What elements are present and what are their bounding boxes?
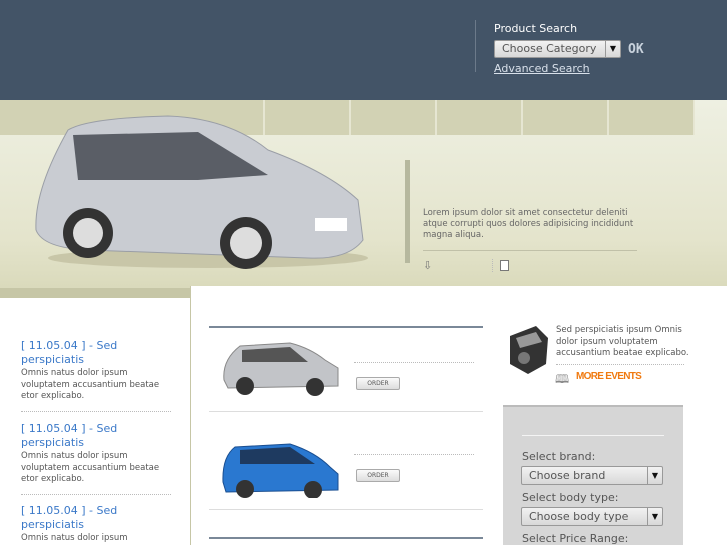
engine-image: [510, 326, 548, 374]
products-bottom-rule: [209, 537, 483, 539]
nav-tab-6[interactable]: [609, 100, 695, 135]
news-text: Omnis natus dolor ipsum voluptatem accus…: [21, 451, 160, 484]
filter-rule: [522, 435, 664, 436]
news-title-link[interactable]: [ 11.05.04 ] - Sed perspiciatis: [21, 422, 171, 450]
divider: [354, 362, 474, 363]
events-text: Sed perspiciatis ipsum Omnis dolor ipsum…: [556, 325, 689, 358]
price-range-label: Select Price Range:: [522, 532, 629, 545]
nav-tab-5[interactable]: [523, 100, 609, 135]
hero-rule: [423, 250, 637, 251]
category-select-value: Choose Category: [502, 42, 597, 55]
more-events-link[interactable]: MORE EVENTS: [576, 371, 642, 382]
news-title-link[interactable]: [ 11.05.04 ] - Sed perspiciatis: [21, 504, 171, 532]
document-icon[interactable]: [500, 260, 509, 271]
category-select[interactable]: Choose Category ▼: [494, 40, 621, 58]
chevron-down-icon: ▼: [647, 508, 662, 525]
news-title-link[interactable]: [ 11.05.04 ] - Sed perspiciatis: [21, 339, 171, 367]
news-text: Omnis natus dolor ipsum: [21, 533, 128, 543]
divider: [209, 509, 483, 510]
brand-select[interactable]: Choose brand ▼: [521, 466, 663, 485]
news-item: [ 11.05.04 ] - Sed perspiciatis Omnis na…: [21, 339, 171, 403]
products-top-rule: [209, 326, 483, 328]
icon-separator: [492, 259, 493, 272]
nav-tab-4[interactable]: [437, 100, 523, 135]
ok-button[interactable]: OK: [628, 42, 644, 57]
product-car-image[interactable]: [220, 432, 342, 498]
order-button[interactable]: ORDER: [356, 469, 400, 482]
brand-label: Select brand:: [522, 450, 596, 463]
order-button[interactable]: ORDER: [356, 377, 400, 390]
book-icon: 🕮: [555, 372, 570, 386]
header-divider: [475, 20, 476, 72]
chevron-down-icon: ▼: [605, 41, 620, 57]
hero-divider: [405, 160, 410, 263]
product-search-label: Product Search: [494, 22, 578, 35]
hero-car-image: [35, 115, 368, 269]
divider: [354, 454, 474, 455]
divider: [21, 411, 171, 412]
body-type-select[interactable]: Choose body type ▼: [521, 507, 663, 526]
news-item: [ 11.05.04 ] - Sed perspiciatis Omnis na…: [21, 504, 171, 545]
download-arrow-icon[interactable]: ⇩: [423, 259, 432, 272]
product-car-image[interactable]: [220, 340, 342, 398]
advanced-search-link[interactable]: Advanced Search: [494, 62, 590, 75]
news-item: [ 11.05.04 ] - Sed perspiciatis Omnis na…: [21, 422, 171, 486]
body-type-label: Select body type:: [522, 491, 619, 504]
brand-select-value: Choose brand: [529, 469, 606, 482]
left-olive-bar: [0, 288, 190, 298]
divider: [556, 364, 684, 365]
body-type-select-value: Choose body type: [529, 510, 629, 523]
divider: [21, 494, 171, 495]
divider: [209, 411, 483, 412]
hero-text: Lorem ipsum dolor sit amet consectetur d…: [423, 208, 634, 240]
chevron-down-icon: ▼: [647, 467, 662, 484]
news-text: Omnis natus dolor ipsum voluptatem accus…: [21, 368, 160, 401]
